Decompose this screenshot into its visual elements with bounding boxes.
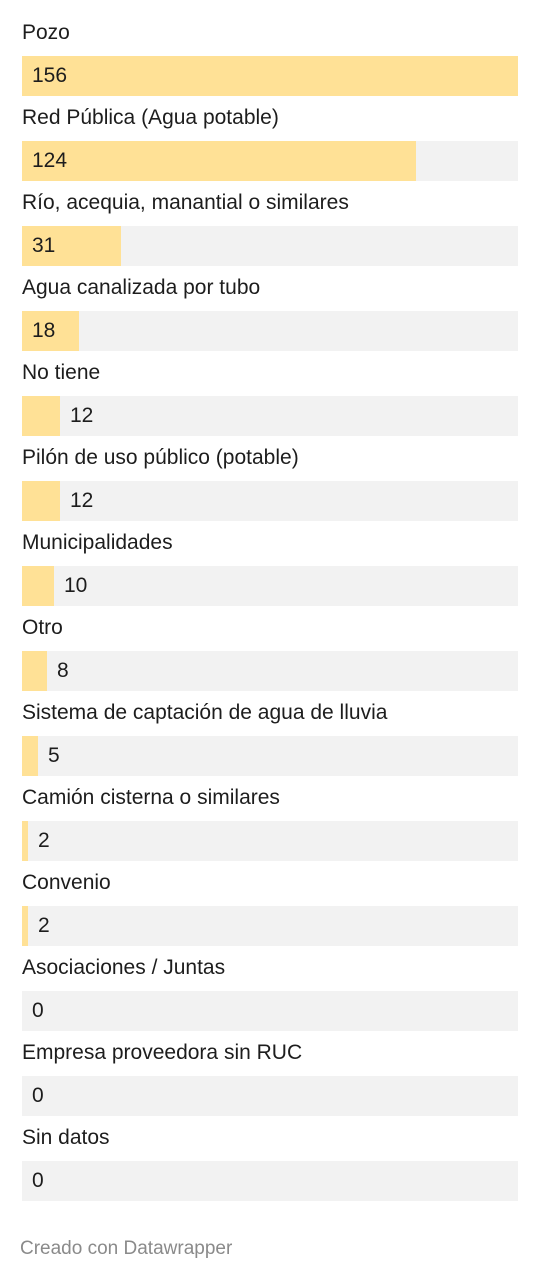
bar: [22, 736, 38, 776]
category-label: Convenio: [22, 871, 111, 894]
datawrapper-credit[interactable]: Creado con Datawrapper: [20, 1238, 232, 1260]
value-label: 18: [32, 319, 56, 342]
bar-row: Camión cisterna o similares 2: [22, 781, 518, 866]
bar-track: 2: [22, 906, 518, 946]
category-label: Sin datos: [22, 1126, 110, 1149]
category-label: Río, acequia, manantial o similares: [22, 191, 349, 214]
bar: [22, 396, 60, 436]
value-label: 0: [32, 999, 44, 1022]
bar-row: Sin datos 0: [22, 1121, 518, 1206]
bar: [22, 141, 416, 181]
category-label: Sistema de captación de agua de lluvia: [22, 701, 388, 724]
bar-track: 18: [22, 311, 518, 351]
value-label: 2: [38, 829, 50, 852]
bar: [22, 821, 28, 861]
category-label: Empresa proveedora sin RUC: [22, 1041, 303, 1064]
bar-row: Otro 8: [22, 611, 518, 696]
category-label: Otro: [22, 616, 63, 639]
bar-track: 12: [22, 481, 518, 521]
bar-row: Pozo 156: [22, 16, 518, 101]
category-label: Camión cisterna o similares: [22, 786, 280, 809]
value-label: 2: [38, 914, 50, 937]
category-label: Municipalidades: [22, 531, 173, 554]
bar-track: 10: [22, 566, 518, 606]
bar: [22, 651, 47, 691]
bar-track: 124: [22, 141, 518, 181]
bar-track: 156: [22, 56, 518, 96]
bar: [22, 566, 54, 606]
value-label: 31: [32, 234, 56, 257]
value-label: 0: [32, 1084, 44, 1107]
bar-row: Empresa proveedora sin RUC 0: [22, 1036, 518, 1121]
value-label: 8: [57, 659, 69, 682]
bar-track: 12: [22, 396, 518, 436]
bar-row: Río, acequia, manantial o similares 31: [22, 186, 518, 271]
bar-track: 5: [22, 736, 518, 776]
value-label: 12: [70, 489, 94, 512]
value-label: 124: [32, 149, 68, 172]
bar-track: 0: [22, 991, 518, 1031]
bar-track: 8: [22, 651, 518, 691]
bar-track: 31: [22, 226, 518, 266]
value-label: 156: [32, 64, 68, 87]
bar-row: Convenio 2: [22, 866, 518, 951]
bar-track: 0: [22, 1161, 518, 1201]
category-label: Red Pública (Agua potable): [22, 106, 279, 129]
value-label: 12: [70, 404, 94, 427]
bar-row: Asociaciones / Juntas 0: [22, 951, 518, 1036]
category-label: Pozo: [22, 21, 70, 44]
bar-row: Agua canalizada por tubo 18: [22, 271, 518, 356]
bar-track: 0: [22, 1076, 518, 1116]
bar: [22, 56, 518, 96]
bar-row: No tiene 12: [22, 356, 518, 441]
value-label: 5: [48, 744, 60, 767]
category-label: Pilón de uso público (potable): [22, 446, 299, 469]
bar: [22, 481, 60, 521]
category-label: Agua canalizada por tubo: [22, 276, 261, 299]
bar-track: 2: [22, 821, 518, 861]
bar: [22, 906, 28, 946]
category-label: No tiene: [22, 361, 101, 384]
bar-row: Pilón de uso público (potable) 12: [22, 441, 518, 526]
value-label: 10: [64, 574, 88, 597]
bar-chart: Pozo 156 Red Pública (Agua potable) 124 Río,…: [0, 0, 540, 1230]
category-label: Asociaciones / Juntas: [22, 956, 226, 979]
bar-row: Municipalidades 10: [22, 526, 518, 611]
bar-row: Red Pública (Agua potable) 124: [22, 101, 518, 186]
bar-row: Sistema de captación de agua de lluvia 5: [22, 696, 518, 781]
value-label: 0: [32, 1169, 44, 1192]
